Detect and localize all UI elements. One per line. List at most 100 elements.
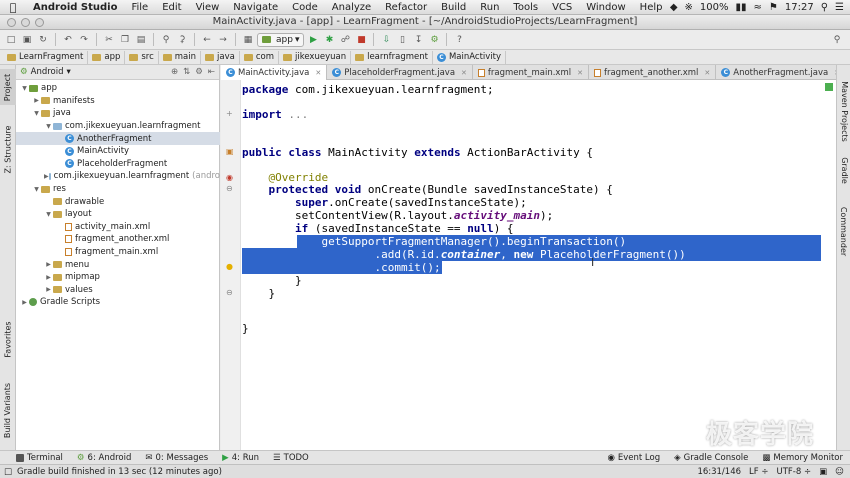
tree-item[interactable]: ▶ menu (16, 258, 220, 271)
menu-navigate[interactable]: Navigate (226, 2, 285, 13)
code-line[interactable]: setContentView(R.layout.activity_main); (242, 209, 553, 222)
wifi-icon[interactable]: ≈ (754, 2, 762, 13)
close-tab-icon[interactable]: ✕ (461, 69, 467, 77)
run-icon[interactable]: ▶ (306, 33, 320, 47)
breadcrumb-item[interactable]: jikexueyuan (279, 50, 352, 64)
debug-icon[interactable]: ✱ (322, 33, 336, 47)
menu-refactor[interactable]: Refactor (378, 2, 434, 13)
code-line[interactable]: .add(R.id.container, new PlaceholderFrag… (242, 248, 685, 261)
search-icon[interactable]: ⚲ (821, 2, 828, 13)
redo-icon[interactable]: ↷ (77, 33, 91, 47)
code-line[interactable]: import ... (242, 108, 308, 121)
expand-arrow-icon[interactable]: ▼ (44, 123, 53, 130)
clock[interactable]: 17:27 (785, 2, 814, 13)
collapse-icon[interactable]: ⇅ (183, 67, 190, 77)
menu-vcs[interactable]: VCS (545, 2, 579, 13)
file-encoding[interactable]: UTF-8 ÷ (776, 467, 811, 477)
run-tool-button[interactable]: ▶ 4: Run (215, 453, 266, 463)
editor-tab[interactable]: C MainActivity.java ✕ (221, 65, 328, 80)
chevron-down-icon[interactable]: ▾ (67, 67, 71, 77)
apple-icon[interactable]:  (0, 1, 26, 14)
inspector-icon[interactable]: ☺ (835, 467, 844, 477)
close-tab-icon[interactable]: ✕ (315, 69, 321, 77)
bluetooth-icon[interactable]: ※ (685, 2, 693, 13)
android-monitor-icon[interactable]: ⚙ (427, 33, 441, 47)
breadcrumb-item[interactable]: src (125, 50, 159, 64)
class-run-marker-icon[interactable]: ▣ (226, 147, 234, 156)
app-menu[interactable]: Android Studio (26, 2, 124, 13)
close-tab-icon[interactable]: ✕ (577, 69, 583, 77)
tree-item[interactable]: C MainActivity (16, 145, 220, 158)
tree-item[interactable]: fragment_another.xml (16, 233, 220, 246)
back-icon[interactable]: ← (200, 33, 214, 47)
battery-icon[interactable]: ▮▮ (736, 2, 747, 13)
expand-arrow-icon[interactable]: ▼ (20, 85, 29, 92)
tree-item[interactable]: ▼ layout (16, 208, 220, 221)
code-editor[interactable]: + ▣ ◉ ⊖ ● ⊖ package com.jikexueyuan.learnfrag… (221, 80, 836, 450)
project-view-mode[interactable]: Android (31, 67, 64, 77)
menu-analyze[interactable]: Analyze (325, 2, 378, 13)
menu-tools[interactable]: Tools (506, 2, 545, 13)
build-variants-tool-tab[interactable]: Build Variants (0, 379, 16, 441)
run-configuration-select[interactable]: app ▾ (257, 32, 305, 47)
fold-collapse-icon[interactable]: ⊖ (226, 288, 233, 297)
tree-item[interactable]: ▶ Gradle Scripts (16, 296, 220, 309)
code-line[interactable]: getSupportFragmentManager().beginTransac… (242, 235, 626, 248)
sdk-manager-icon[interactable]: ↧ (411, 33, 425, 47)
expand-arrow-icon[interactable]: ▼ (32, 186, 41, 193)
tree-item[interactable]: ▶ manifests (16, 95, 220, 108)
gradle-console-tool-button[interactable]: ◈ Gradle Console (667, 453, 755, 463)
collapse-arrow-icon[interactable]: ▶ (44, 261, 53, 268)
tree-item[interactable]: ▼ app (16, 82, 220, 95)
tree-item[interactable]: drawable (16, 195, 220, 208)
tree-item[interactable]: ▶ mipmap (16, 271, 220, 284)
copy-icon[interactable]: ❐ (118, 33, 132, 47)
replace-icon[interactable]: ⚳ (175, 33, 189, 47)
memory-monitor-tool-button[interactable]: ▩ Memory Monitor (755, 453, 850, 463)
code-line[interactable]: if (savedInstanceState == null) { (242, 222, 514, 235)
menu-code[interactable]: Code (285, 2, 325, 13)
sync-icon[interactable]: ⊕ (171, 67, 178, 77)
collapse-arrow-icon[interactable]: ▶ (32, 97, 41, 104)
editor-tab[interactable]: C PlaceholderFragment.java ✕ (327, 65, 473, 80)
android-tool-button[interactable]: ⚙ 6: Android (70, 453, 138, 463)
breadcrumb-item[interactable]: java (201, 50, 240, 64)
code-line[interactable]: } (242, 287, 275, 300)
sync-icon[interactable]: ↻ (36, 33, 50, 47)
caret-position[interactable]: 16:31/146 (697, 467, 741, 477)
cut-icon[interactable]: ✂ (102, 33, 116, 47)
breadcrumb-item[interactable]: main (159, 50, 202, 64)
save-all-icon[interactable]: ▣ (20, 33, 34, 47)
gear-icon[interactable]: ⚙ (195, 67, 203, 77)
favorites-tool-tab[interactable]: Favorites (0, 317, 16, 361)
editor-tab[interactable]: CAnotherFragment.java✕ (716, 65, 847, 80)
analysis-ok-icon[interactable] (825, 83, 833, 91)
fold-expand-icon[interactable]: + (226, 109, 233, 118)
collapse-arrow-icon[interactable]: ▶ (44, 286, 53, 293)
status-message[interactable]: Gradle build finished in 13 sec (12 minu… (17, 467, 222, 477)
code-line[interactable]: package com.jikexueyuan.learnfragment; (242, 83, 494, 96)
list-icon[interactable]: ☰ (835, 2, 844, 13)
structure-tool-tab[interactable]: Z: Structure (0, 121, 16, 177)
undo-icon[interactable]: ↶ (61, 33, 75, 47)
expand-arrow-icon[interactable]: ▼ (44, 211, 53, 218)
menu-build[interactable]: Build (434, 2, 473, 13)
make-icon[interactable]: ▦ (241, 33, 255, 47)
menu-view[interactable]: View (189, 2, 227, 13)
tree-item[interactable]: ▶ values (16, 284, 220, 297)
maven-projects-tool-tab[interactable]: Maven Projects (837, 79, 850, 143)
collapse-arrow-icon[interactable]: ▶ (44, 274, 53, 281)
todo-tool-button[interactable]: ☰ TODO (266, 453, 316, 463)
terminal-tool-button[interactable]: Terminal (0, 453, 70, 463)
flag-icon[interactable]: ⚑ (769, 2, 778, 13)
code-line[interactable]: } (242, 322, 249, 335)
breadcrumb-item[interactable]: com (240, 50, 279, 64)
stop-icon[interactable]: ■ (354, 33, 368, 47)
close-tab-icon[interactable]: ✕ (704, 69, 710, 77)
collapse-arrow-icon[interactable]: ▶ (44, 173, 49, 180)
dropbox-icon[interactable]: ◆ (670, 2, 678, 13)
breadcrumb-item[interactable]: learnfragment (351, 50, 433, 64)
breadcrumb-item[interactable]: C MainActivity (433, 50, 507, 64)
menu-window[interactable]: Window (579, 2, 632, 13)
paste-icon[interactable]: ▤ (134, 33, 148, 47)
